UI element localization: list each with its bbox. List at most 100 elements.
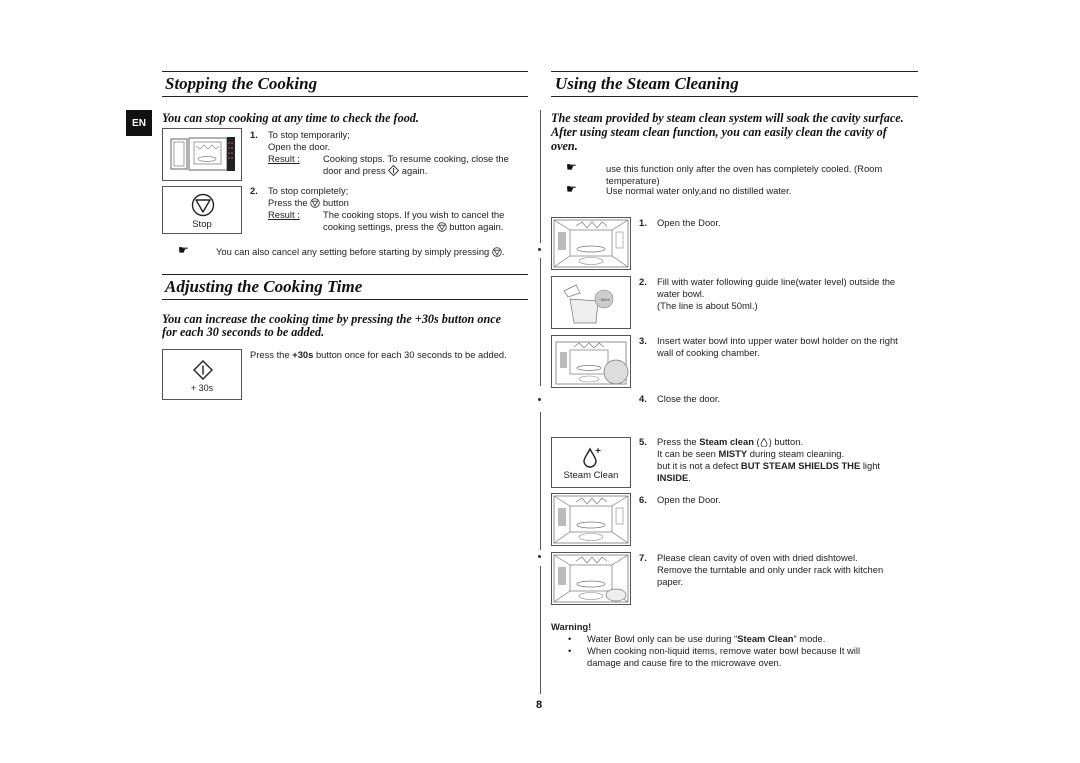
text-pre: but it is not a defect <box>657 460 739 471</box>
language-tab: EN <box>126 110 152 136</box>
step-text: Insert water bowl into upper water bowl … <box>657 335 898 346</box>
step-number: 3. <box>639 335 647 346</box>
text-pre: It can be seen <box>657 448 716 459</box>
heading-rule-top <box>162 274 528 275</box>
step-text: wall of cooking chamber. <box>657 347 760 358</box>
step-text: To stop temporarily; <box>268 129 350 140</box>
steam-clean-label: Steam Clean <box>563 470 619 481</box>
column-divider <box>540 110 541 243</box>
stopping-note: You can also cancel any setting before s… <box>216 246 504 258</box>
stop-icon <box>436 222 447 232</box>
result-text: door and press again. <box>323 165 427 177</box>
step-text: Press the Steam clean () button. <box>657 436 804 447</box>
pointing-hand-icon: ☛ <box>178 243 189 257</box>
step-text: but it is not a defect BUT STEAM SHIELDS… <box>657 460 880 472</box>
heading-rule-top <box>162 71 528 72</box>
step-number: 5. <box>639 436 647 447</box>
text-post: during steam cleaning. <box>749 448 845 459</box>
step-text: (The line is about 50ml.) <box>657 300 758 311</box>
text-bold: MISTY <box>718 448 748 459</box>
stop-icon <box>492 247 502 257</box>
adjusting-lead: You can increase the cooking time by pre… <box>162 312 502 326</box>
steam-clean-button-image: Steam Clean <box>551 437 631 488</box>
steam-drop-icon <box>760 437 768 447</box>
step-text: Please clean cavity of oven with dried d… <box>657 552 858 563</box>
warning-title: Warning! <box>551 621 592 632</box>
result-text: cooking settings, press the button again… <box>323 221 503 233</box>
step-text: water bowl. <box>657 288 705 299</box>
heading-rule-bottom <box>551 96 918 97</box>
step-text: Fill with water following guide line(wat… <box>657 276 896 287</box>
step-text-post: button <box>322 197 349 208</box>
text-post: button once for each 30 seconds to be ad… <box>315 349 507 360</box>
step-number: 7. <box>639 552 647 563</box>
step-text-pre: Press the <box>268 197 308 208</box>
heading-rule-top <box>551 71 918 72</box>
note-end: . <box>501 246 505 257</box>
heading-rule-bottom <box>162 299 528 300</box>
warning-item: When cooking non-liquid items, remove wa… <box>587 645 861 656</box>
text-bold: +30s <box>292 349 314 360</box>
result-text-post: again. <box>401 165 428 176</box>
text-post: ” mode. <box>793 633 826 644</box>
result-text-pre: cooking settings, press the <box>323 221 434 232</box>
cleaning-cavity-image <box>551 552 631 605</box>
step-number: 1. <box>639 217 647 228</box>
column-divider <box>540 566 541 694</box>
section-title-adjusting: Adjusting the Cooking Time <box>165 277 363 296</box>
steam-lead: The steam provided by steam clean system… <box>551 111 904 125</box>
step-text: Open the door. <box>268 141 331 152</box>
step-text: paper. <box>657 576 684 587</box>
warning-item: Water Bowl only can be use during “Steam… <box>587 633 825 645</box>
stopping-lead: You can stop cooking at any time to chec… <box>162 111 419 125</box>
result-text: Cooking stops. To resume cooking, close … <box>323 153 509 164</box>
result-label: Result : <box>268 153 300 164</box>
plus-30s-label: + 30s <box>190 383 214 393</box>
stop-icon <box>310 198 320 208</box>
stop-button-image: Stop <box>162 186 242 234</box>
result-label: Result : <box>268 209 300 220</box>
divider-dot <box>538 398 541 401</box>
start-icon <box>193 360 213 380</box>
text-post: ) button. <box>768 436 804 447</box>
section-title-stopping: Stopping the Cooking <box>165 74 318 93</box>
step-text: Close the door. <box>657 393 721 404</box>
steam-drop-icon <box>583 447 601 468</box>
result-text: The cooking stops. If you wish to cancel… <box>323 209 505 220</box>
divider-dot <box>538 555 541 558</box>
start-icon <box>388 165 400 176</box>
warning-item: damage and cause fire to the microwave o… <box>587 657 782 668</box>
text-bold: INSIDE <box>657 472 689 483</box>
step-text: It can be seen MISTY during steam cleani… <box>657 448 844 460</box>
section-title-steam: Using the Steam Cleaning <box>555 74 739 93</box>
text-post: light <box>862 460 881 471</box>
step-text: Remove the turntable and only under rack… <box>657 564 884 575</box>
steam-lead: oven. <box>551 139 578 153</box>
step-number: 6. <box>639 494 647 505</box>
text-post: . <box>688 472 691 483</box>
step-text: To stop completely; <box>268 185 349 196</box>
step-text: Open the Door. <box>657 217 721 228</box>
result-text-pre: door and press <box>323 165 386 176</box>
column-divider <box>540 412 541 550</box>
result-text-post: button again. <box>449 221 504 232</box>
note-text: You can also cancel any setting before s… <box>216 246 490 257</box>
divider-dot <box>538 248 541 251</box>
text-pre: Press the <box>657 436 697 447</box>
steam-note: use this function only after the oven ha… <box>606 163 883 174</box>
bullet: • <box>568 645 572 656</box>
text-pre: Water Bowl only can be use during “ <box>587 633 738 644</box>
step-text: INSIDE. <box>657 472 691 484</box>
adjusting-lead: for each 30 seconds to be added. <box>162 325 325 339</box>
stop-button-label: Stop <box>192 219 212 230</box>
text-bold: Steam clean <box>699 436 754 447</box>
bullet: • <box>568 633 572 644</box>
oven-cavity-image <box>551 217 631 270</box>
step-number: 2. <box>250 185 258 196</box>
stop-icon <box>191 193 215 217</box>
heading-rule-bottom <box>162 96 528 97</box>
column-divider <box>540 258 541 386</box>
adjusting-text: Press the +30s button once for each 30 s… <box>250 349 507 361</box>
step-text: Press the button <box>268 197 349 209</box>
insert-bowl-image <box>551 335 631 388</box>
